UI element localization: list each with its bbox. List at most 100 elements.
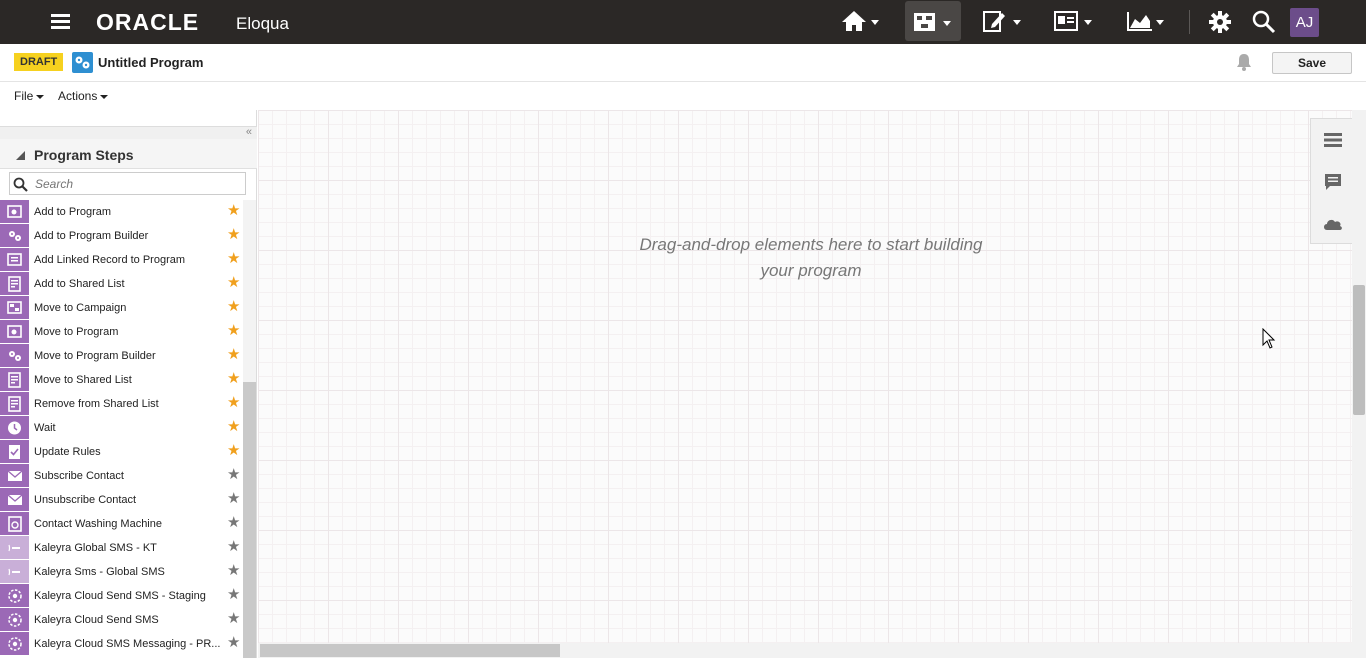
nav-divider [1189,10,1190,34]
washing-machine-icon [0,512,29,535]
program-title-bar: DRAFT Untitled Program Save [0,44,1366,82]
canvas-horizontal-scrollbar[interactable] [258,643,1352,658]
shared-list-icon [0,368,29,391]
scrollbar-thumb[interactable] [243,382,256,658]
program-step-item[interactable]: Move to Shared List ★ [0,368,243,392]
contacts-nav-button[interactable] [1046,0,1102,42]
bell-icon[interactable] [1236,53,1252,71]
program-step-item[interactable]: Contact Washing Machine ★ [0,512,243,536]
actions-menu[interactable]: Actions [58,89,109,103]
program-step-item[interactable]: Unsubscribe Contact ★ [0,488,243,512]
program-step-item[interactable]: Kaleyra Global SMS - KT ★ [0,536,243,560]
canvas-toolbar [1310,118,1353,244]
program-step-item[interactable]: Kaleyra Cloud SMS Messaging - PR... ★ [0,632,243,656]
program-step-item[interactable]: Move to Program Builder ★ [0,344,243,368]
program-builder-icon [0,344,29,367]
save-button[interactable]: Save [1272,52,1352,74]
user-avatar[interactable]: AJ [1290,8,1319,37]
oracle-logo[interactable]: ORACLE [96,9,199,36]
scrollbar-thumb[interactable] [260,644,560,657]
analytics-icon [1127,12,1152,31]
actions-menu-label: Actions [58,89,98,103]
program-step-item[interactable]: Add Linked Record to Program ★ [0,248,243,272]
favorite-star-icon[interactable]: ★ [227,299,240,314]
program-steps-list: Add to Program ★ Add to Program Builder ★ Ad… [0,200,243,656]
program-step-item[interactable]: Move to Campaign ★ [0,296,243,320]
scrollbar-thumb[interactable] [1353,285,1365,415]
program-step-item[interactable]: Add to Program Builder ★ [0,224,243,248]
program-step-item[interactable]: Wait ★ [0,416,243,440]
analytics-nav-button[interactable] [1118,0,1174,42]
favorite-star-icon[interactable]: ★ [227,587,240,602]
program-step-label: Add to Program Builder [34,230,149,242]
shared-list-icon [0,272,29,295]
program-step-item[interactable]: Kaleyra Sms - Global SMS ★ [0,560,243,584]
program-step-label: Wait [34,422,56,434]
program-step-label: Kaleyra Cloud SMS Messaging - PR... [34,638,221,650]
file-menu-label: File [14,89,34,103]
clock-icon [0,416,29,439]
program-steps-header[interactable]: Program Steps [0,139,257,169]
favorite-star-icon[interactable]: ★ [227,203,240,218]
program-icon [72,52,93,73]
favorite-star-icon[interactable]: ★ [227,563,240,578]
favorite-star-icon[interactable]: ★ [227,539,240,554]
favorite-star-icon[interactable]: ★ [227,227,240,242]
program-step-label: Kaleyra Cloud Send SMS - Staging [34,590,206,602]
program-step-item[interactable]: Move to Program ★ [0,320,243,344]
canvas-hint-line2: your program [760,261,862,280]
hamburger-menu-icon[interactable] [51,14,70,30]
notes-button[interactable] [1311,161,1354,203]
steps-search-input[interactable] [35,175,240,192]
favorite-star-icon[interactable]: ★ [227,635,240,650]
envelope-icon [0,464,29,487]
canvas-vertical-scrollbar[interactable] [1352,110,1366,658]
cloud-apps-button[interactable] [1311,203,1354,245]
favorite-star-icon[interactable]: ★ [227,251,240,266]
assets-nav-button[interactable] [975,0,1031,42]
top-navigation-bar: ORACLE Eloqua AJ [0,0,1366,44]
cloud-app-icon [0,608,29,631]
search-icon[interactable] [1252,10,1276,34]
campaigns-nav-button[interactable] [905,1,961,41]
program-step-item[interactable]: Kaleyra Cloud Send SMS - Staging ★ [0,584,243,608]
program-steps-panel: « Program Steps Add to Program★Add to Pr… [0,110,257,658]
program-title[interactable]: Untitled Program [98,55,203,70]
panel-title: Program Steps [34,147,134,163]
list-view-button[interactable] [1311,119,1354,161]
favorite-star-icon[interactable]: ★ [227,347,240,362]
program-step-label: Move to Campaign [34,302,127,314]
program-step-item[interactable]: Add to Shared List ★ [0,272,243,296]
settings-icon[interactable] [1208,10,1232,34]
program-canvas[interactable] [258,110,1352,658]
program-step-label: Subscribe Contact [34,470,124,482]
program-step-label: Add to Program [34,206,112,218]
panel-collapse-bar: « [0,126,257,139]
home-nav-button[interactable] [833,0,889,42]
favorite-star-icon[interactable]: ★ [227,395,240,410]
home-icon [842,11,866,31]
file-menu[interactable]: File [14,89,45,103]
collapse-panel-icon[interactable]: « [246,126,252,138]
favorite-star-icon[interactable]: ★ [227,323,240,338]
favorite-star-icon[interactable]: ★ [227,467,240,482]
favorite-star-icon[interactable]: ★ [227,419,240,434]
program-step-item[interactable]: Remove from Shared List ★ [0,392,243,416]
program-step-label: Move to Shared List [34,374,132,386]
canvas-hint-line1: Drag-and-drop elements here to start bui… [639,235,983,254]
program-step-label: Kaleyra Global SMS - KT [34,542,157,554]
linked-record-icon [0,248,29,271]
program-step-item[interactable]: Update Rules ★ [0,440,243,464]
favorite-star-icon[interactable]: ★ [227,443,240,458]
expand-triangle-icon [16,151,25,160]
program-step-item[interactable]: Add to Program ★ [0,200,243,224]
favorite-star-icon[interactable]: ★ [227,371,240,386]
steps-scrollbar[interactable] [243,200,256,658]
program-step-item[interactable]: Kaleyra Cloud Send SMS ★ [0,608,243,632]
favorite-star-icon[interactable]: ★ [227,611,240,626]
favorite-star-icon[interactable]: ★ [227,515,240,530]
favorite-star-icon[interactable]: ★ [227,275,240,290]
program-step-label: Move to Program Builder [34,350,156,362]
favorite-star-icon[interactable]: ★ [227,491,240,506]
program-step-item[interactable]: Subscribe Contact ★ [0,464,243,488]
